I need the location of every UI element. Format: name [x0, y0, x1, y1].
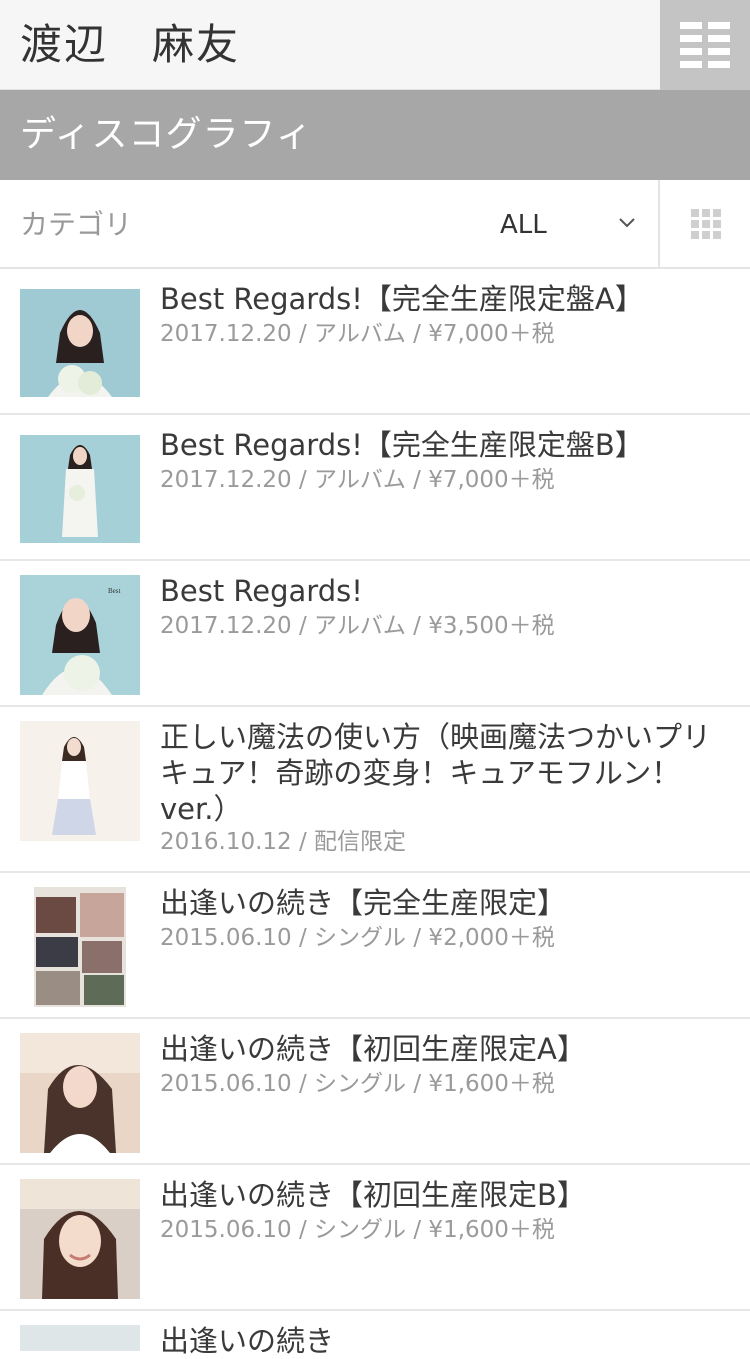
item-title: 出逢いの続き【初回生産限定B】 — [160, 1178, 586, 1212]
single-cover — [20, 1179, 140, 1299]
item-title: 出逢いの続き【初回生産限定A】 — [160, 1032, 586, 1066]
item-meta: 2017.12.20 / アルバム / ¥3,500＋税 — [160, 613, 555, 639]
list-item[interactable]: 出逢いの続き【完全生産限定】 2015.06.10 / シングル / ¥2,00… — [0, 873, 750, 1019]
list-item[interactable]: 出逢いの続き — [0, 1311, 750, 1358]
album-cover — [20, 283, 140, 403]
item-meta: 2016.10.12 / 配信限定 — [160, 829, 407, 855]
item-title: 出逢いの続き — [160, 1324, 335, 1358]
item-meta: 2015.06.10 / シングル / ¥1,600＋税 — [160, 1071, 555, 1097]
item-title: Best Regards! — [160, 574, 363, 608]
category-label: カテゴリ — [20, 208, 133, 241]
section-title: ディスコグラフィ — [20, 114, 313, 155]
category-select[interactable]: ALL — [480, 180, 658, 268]
album-cover: Best — [20, 575, 140, 695]
item-title: 正しい魔法の使い方（映画魔法つかいプリキュア！奇跡の変身！キュアモフルン！ver… — [160, 720, 712, 826]
list-item[interactable]: 正しい魔法の使い方（映画魔法つかいプリキュア！奇跡の変身！キュアモフルン！ver… — [0, 707, 750, 873]
menu-grid-icon — [680, 22, 730, 68]
svg-text:Best: Best — [108, 587, 121, 595]
item-title: 出逢いの続き【完全生産限定】 — [160, 886, 567, 920]
section-header: ディスコグラフィ — [0, 90, 750, 180]
item-meta: 2017.12.20 / アルバム / ¥7,000＋税 — [160, 321, 555, 347]
item-title: Best Regards!【完全生産限定盤A】 — [160, 282, 644, 316]
grid-view-icon — [691, 209, 721, 239]
list-item[interactable]: Best Regards!【完全生産限定盤A】 2017.12.20 / アルバ… — [0, 269, 750, 415]
single-cover — [20, 721, 140, 841]
discography-list: Best Regards!【完全生産限定盤A】 2017.12.20 / アルバ… — [0, 269, 750, 1358]
item-meta: 2015.06.10 / シングル / ¥1,600＋税 — [160, 1217, 555, 1243]
single-cover — [20, 887, 140, 1007]
list-item[interactable]: 出逢いの続き【初回生産限定A】 2015.06.10 / シングル / ¥1,6… — [0, 1019, 750, 1165]
menu-button[interactable] — [660, 0, 750, 90]
item-title: Best Regards!【完全生産限定盤B】 — [160, 428, 644, 462]
chevron-down-icon — [619, 218, 635, 228]
artist-name: 渡辺 麻友 — [20, 20, 241, 69]
app-header: 渡辺 麻友 — [0, 0, 750, 90]
list-item[interactable]: Best Regards!【完全生産限定盤B】 2017.12.20 / アルバ… — [0, 415, 750, 561]
category-selected-value: ALL — [500, 210, 547, 240]
category-filter-bar: カテゴリ ALL — [0, 180, 750, 269]
album-cover — [20, 429, 140, 549]
list-item[interactable]: Best Best Regards! 2017.12.20 / アルバム / ¥… — [0, 561, 750, 707]
item-meta: 2015.06.10 / シングル / ¥2,000＋税 — [160, 925, 555, 951]
item-meta: 2017.12.20 / アルバム / ¥7,000＋税 — [160, 467, 555, 493]
list-item[interactable]: 出逢いの続き【初回生産限定B】 2015.06.10 / シングル / ¥1,6… — [0, 1165, 750, 1311]
single-cover — [20, 1325, 140, 1351]
grid-view-button[interactable] — [658, 180, 750, 268]
single-cover — [20, 1033, 140, 1153]
